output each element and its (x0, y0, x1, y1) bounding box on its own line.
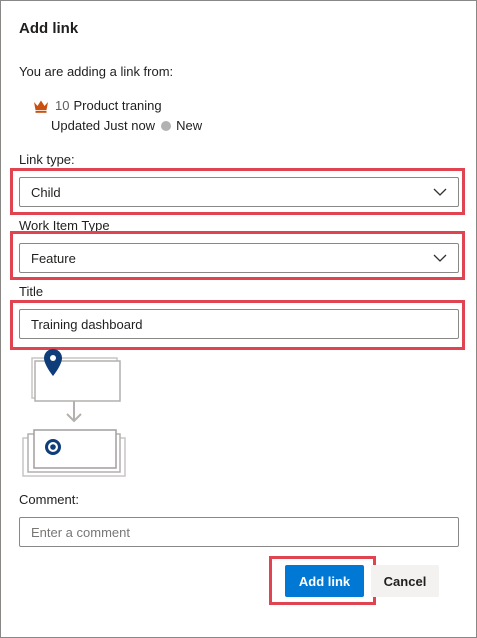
add-link-button[interactable]: Add link (285, 565, 364, 597)
work-item-type-dropdown[interactable]: Feature (19, 243, 459, 273)
title-input[interactable] (19, 309, 459, 339)
intro-text: You are adding a link from: (19, 64, 174, 79)
chevron-down-icon (433, 254, 447, 262)
crown-icon (34, 100, 48, 113)
work-item-state: New (176, 118, 203, 133)
source-work-item: 10 Product traning (33, 98, 162, 113)
parent-child-diagram-icon (22, 349, 126, 477)
link-type-dropdown[interactable]: Child (19, 177, 459, 207)
state-dot-icon (161, 120, 172, 131)
add-link-dialog: Add link You are adding a link from: 10 … (0, 0, 477, 638)
work-item-name: Product traning (73, 98, 162, 113)
chevron-down-icon (433, 188, 447, 196)
link-type-label: Link type: (19, 152, 75, 167)
cancel-button[interactable]: Cancel (371, 565, 439, 597)
work-item-updated: Updated Just now (51, 118, 156, 133)
link-type-value: Child (31, 184, 61, 200)
work-item-status-line: Updated Just now New (51, 118, 202, 133)
dialog-title: Add link (19, 20, 79, 37)
work-item-id: 10 (55, 98, 70, 113)
work-item-type-label: Work Item Type (19, 218, 110, 233)
comment-label: Comment: (19, 492, 79, 507)
title-label: Title (19, 284, 44, 299)
work-item-type-value: Feature (31, 250, 76, 266)
comment-input[interactable] (19, 517, 459, 547)
